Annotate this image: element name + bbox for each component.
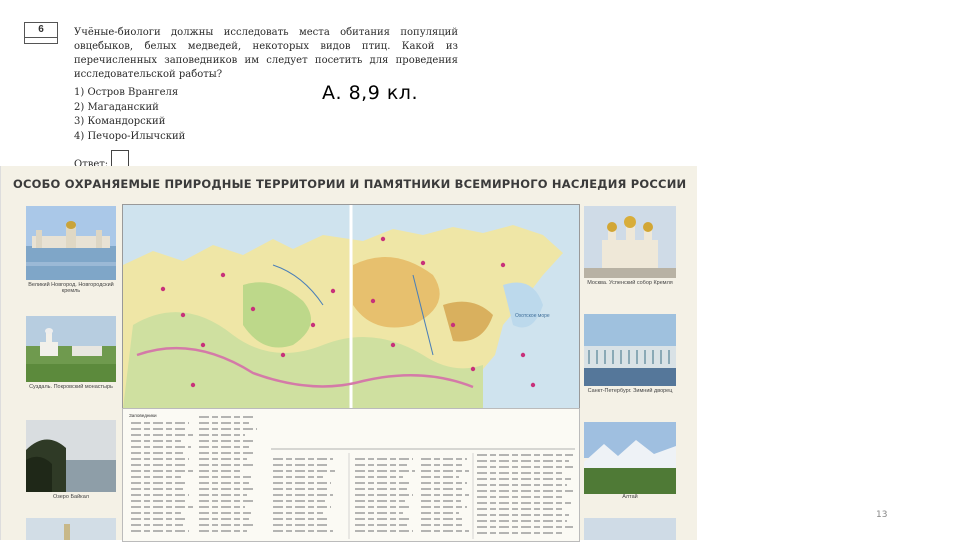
poster-title-row: ОСОБО ОХРАНЯЕМЫЕ ПРИРОДНЫЕ ТЕРРИТОРИИ И … bbox=[1, 175, 697, 193]
option-1[interactable]: 1) Остров Врангеля bbox=[74, 86, 185, 101]
photo-bottom-left bbox=[26, 518, 116, 540]
caption-altai: Алтай bbox=[622, 494, 638, 500]
question-number: 6 bbox=[25, 23, 57, 38]
question-text: Учёные-биологи должны исследовать места … bbox=[74, 27, 458, 80]
suzdal-image bbox=[26, 316, 116, 382]
option-2[interactable]: 2) Магаданский bbox=[74, 101, 185, 116]
page-number: 13 bbox=[876, 510, 888, 520]
legend-lines bbox=[131, 416, 575, 539]
winter-palace-image bbox=[584, 314, 676, 386]
sea-label: Охотское море bbox=[515, 313, 550, 319]
overlay-grade-note: А. 8,9 кл. bbox=[322, 82, 418, 104]
photo-suzdal bbox=[26, 316, 116, 382]
photo-baikal bbox=[26, 420, 116, 492]
photo-bottom-right bbox=[584, 518, 676, 540]
option-4[interactable]: 4) Печоро-Илычский bbox=[74, 130, 185, 145]
baikal-image bbox=[26, 420, 116, 492]
caption-suzdal: Суздаль. Покровский монастырь bbox=[29, 384, 113, 390]
photo-moscow bbox=[584, 206, 676, 278]
poster-title: ОСОБО ОХРАНЯЕМЫЕ ПРИРОДНЫЕ ТЕРРИТОРИИ И … bbox=[13, 177, 687, 191]
map-drawing: Охотское море bbox=[123, 205, 579, 409]
photo-novgorod bbox=[26, 206, 116, 280]
caption-moscow: Москва. Успенский собор Кремля bbox=[587, 280, 673, 286]
caption-winter-palace: Санкт-Петербург. Зимний дворец bbox=[587, 388, 673, 394]
photo-altai bbox=[584, 422, 676, 494]
caption-baikal: Озеро Байкал bbox=[53, 494, 89, 500]
answer-options: 1) Остров Врангеля 2) Магаданский 3) Ком… bbox=[74, 86, 185, 144]
russia-protected-areas-map: Охотское море bbox=[122, 204, 580, 410]
altai-image bbox=[584, 422, 676, 494]
moscow-image bbox=[584, 206, 676, 278]
caption-novgorod: Великий Новгород. Новгородский кремль bbox=[28, 282, 114, 294]
novgorod-image bbox=[26, 206, 116, 280]
question-number-box: 6 bbox=[24, 22, 58, 44]
photo-winter-palace bbox=[584, 314, 676, 386]
option-3[interactable]: 3) Командорский bbox=[74, 115, 185, 130]
map-legend: Заповедники bbox=[122, 408, 580, 542]
